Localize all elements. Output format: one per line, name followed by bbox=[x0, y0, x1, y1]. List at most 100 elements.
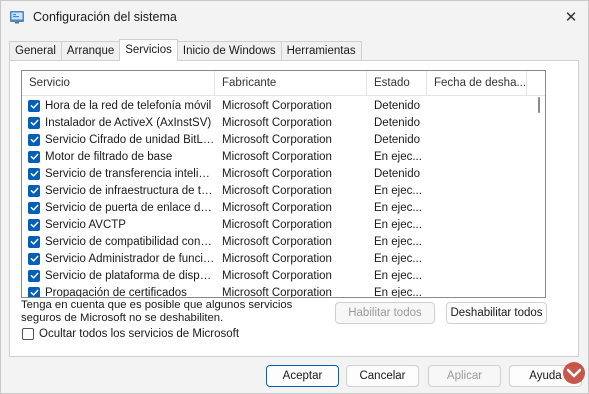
checkmark-icon bbox=[30, 187, 38, 194]
checkmark-icon bbox=[30, 153, 38, 160]
service-checkbox[interactable] bbox=[28, 184, 40, 197]
close-button[interactable]: ✕ bbox=[557, 5, 585, 29]
service-checkbox[interactable] bbox=[28, 133, 40, 146]
logo-watermark-icon bbox=[563, 362, 585, 384]
disable-all-button[interactable]: Deshabilitar todos bbox=[446, 302, 547, 324]
table-row[interactable]: Servicio Administrador de funcio... Micro… bbox=[22, 250, 532, 267]
tab-arranque[interactable]: Arranque bbox=[60, 41, 121, 61]
state-cell: En ejec... bbox=[374, 218, 422, 231]
service-cell: Servicio AVCTP bbox=[22, 218, 215, 231]
state-cell: Detenido bbox=[374, 167, 421, 180]
service-cell: Hora de la red de telefonía móvil bbox=[22, 99, 215, 112]
checkmark-icon bbox=[30, 170, 38, 177]
list-scrollbar[interactable] bbox=[533, 97, 545, 297]
maker-cell: Microsoft Corporation bbox=[222, 150, 332, 163]
service-checkbox[interactable] bbox=[28, 286, 40, 297]
state-cell: Detenido bbox=[374, 99, 421, 112]
service-cell: Servicio Administrador de funcio... bbox=[22, 252, 215, 265]
service-name: Servicio de compatibilidad con Bl... bbox=[45, 235, 215, 248]
table-row[interactable]: Servicio Cifrado de unidad BitLoc... Micr… bbox=[22, 131, 532, 148]
table-row[interactable]: Hora de la red de telefonía móvil Microso… bbox=[22, 97, 532, 114]
tab-servicios[interactable]: Servicios bbox=[119, 39, 178, 61]
service-name: Servicio de transferencia intelige... bbox=[45, 167, 215, 180]
checkmark-icon bbox=[30, 102, 38, 109]
service-checkbox[interactable] bbox=[28, 235, 40, 248]
maker-cell: Microsoft Corporation bbox=[222, 201, 332, 214]
msconfig-app-icon bbox=[10, 11, 24, 24]
service-cell: Servicio de infraestructura de ta... bbox=[22, 184, 215, 197]
service-cell: Servicio Cifrado de unidad BitLoc... bbox=[22, 133, 215, 146]
service-checkbox[interactable] bbox=[28, 201, 40, 214]
column-header-disabled-date[interactable]: Fecha de desha... bbox=[427, 71, 527, 96]
cancel-button[interactable]: Cancelar bbox=[346, 365, 419, 387]
maker-cell: Microsoft Corporation bbox=[222, 99, 332, 112]
table-row[interactable]: Motor de filtrado de base Microsoft Corpo… bbox=[22, 148, 532, 165]
table-row[interactable]: Servicio de puerta de enlace de ... Micro… bbox=[22, 199, 532, 216]
service-name: Servicio de plataforma de dispos... bbox=[45, 269, 215, 282]
list-header: Servicio Fabricante Estado Fecha de desh… bbox=[22, 71, 545, 96]
service-checkbox[interactable] bbox=[28, 252, 40, 265]
service-checkbox[interactable] bbox=[28, 116, 40, 129]
services-note: Tenga en cuenta que es posible que algun… bbox=[21, 299, 292, 325]
state-cell: En ejec... bbox=[374, 269, 422, 282]
maker-cell: Microsoft Corporation bbox=[222, 184, 332, 197]
services-list[interactable]: Servicio Fabricante Estado Fecha de desh… bbox=[21, 70, 546, 298]
tab-inicio-windows[interactable]: Inicio de Windows bbox=[176, 41, 282, 61]
checkmark-icon bbox=[30, 255, 38, 262]
service-cell: Servicio de compatibilidad con Bl... bbox=[22, 235, 215, 248]
hide-ms-services-checkbox[interactable]: Ocultar todos los servicios de Microsoft bbox=[22, 328, 239, 340]
state-cell: En ejec... bbox=[374, 235, 422, 248]
title-bar[interactable]: Configuración del sistema ✕ bbox=[1, 1, 588, 33]
enable-all-button[interactable]: Habilitar todos bbox=[335, 302, 435, 324]
service-checkbox[interactable] bbox=[28, 218, 40, 231]
tab-general[interactable]: General bbox=[9, 41, 62, 61]
column-header-state[interactable]: Estado bbox=[367, 71, 427, 96]
service-cell: Motor de filtrado de base bbox=[22, 150, 215, 163]
tab-herramientas[interactable]: Herramientas bbox=[280, 41, 362, 61]
hide-ms-services-box[interactable] bbox=[22, 328, 34, 340]
service-cell: Instalador de ActiveX (AxInstSV) bbox=[22, 116, 215, 129]
service-name: Servicio Cifrado de unidad BitLoc... bbox=[45, 133, 215, 146]
service-name: Servicio AVCTP bbox=[45, 218, 126, 231]
checkmark-icon bbox=[30, 119, 38, 126]
system-configuration-window: Configuración del sistema ✕ General Arra… bbox=[0, 0, 589, 394]
checkmark-icon bbox=[30, 221, 38, 228]
table-row[interactable]: Servicio AVCTP Microsoft Corporation En ej… bbox=[22, 216, 532, 233]
service-cell: Servicio de transferencia intelige... bbox=[22, 167, 215, 180]
service-checkbox[interactable] bbox=[28, 269, 40, 282]
maker-cell: Microsoft Corporation bbox=[222, 269, 332, 282]
checkmark-icon bbox=[30, 204, 38, 211]
service-name: Servicio de infraestructura de ta... bbox=[45, 184, 215, 197]
maker-cell: Microsoft Corporation bbox=[222, 218, 332, 231]
maker-cell: Microsoft Corporation bbox=[222, 116, 332, 129]
table-row[interactable]: Servicio de plataforma de dispos... Micro… bbox=[22, 267, 532, 284]
service-checkbox[interactable] bbox=[28, 167, 40, 180]
ok-button[interactable]: Aceptar bbox=[266, 365, 339, 387]
maker-cell: Microsoft Corporation bbox=[222, 133, 332, 146]
apply-button[interactable]: Aplicar bbox=[428, 365, 501, 387]
service-name: Propagación de certificados bbox=[45, 286, 187, 298]
service-checkbox[interactable] bbox=[28, 99, 40, 112]
column-header-service[interactable]: Servicio bbox=[22, 71, 215, 96]
service-checkbox[interactable] bbox=[28, 150, 40, 163]
service-name: Servicio de puerta de enlace de ... bbox=[45, 201, 215, 214]
table-row[interactable]: Instalador de ActiveX (AxInstSV) Microsof… bbox=[22, 114, 532, 131]
note-line-1: Tenga en cuenta que es posible que algun… bbox=[21, 299, 293, 311]
window-title: Configuración del sistema bbox=[33, 10, 177, 24]
list-rows: Hora de la red de telefonía móvil Microso… bbox=[22, 97, 532, 298]
service-name: Instalador de ActiveX (AxInstSV) bbox=[45, 116, 212, 129]
checkmark-icon bbox=[30, 272, 38, 279]
state-cell: En ejec... bbox=[374, 201, 422, 214]
state-cell: Detenido bbox=[374, 133, 421, 146]
tab-strip: General Arranque Servicios Inicio de Win… bbox=[9, 39, 362, 61]
table-row[interactable]: Servicio de compatibilidad con Bl... Micr… bbox=[22, 233, 532, 250]
scrollbar-thumb[interactable] bbox=[538, 97, 540, 113]
column-header-maker[interactable]: Fabricante bbox=[215, 71, 367, 96]
service-name: Motor de filtrado de base bbox=[45, 150, 173, 163]
table-row[interactable]: Propagación de certificados Microsoft Cor… bbox=[22, 284, 532, 298]
state-cell: En ejec... bbox=[374, 286, 422, 298]
service-name: Servicio Administrador de funcio... bbox=[45, 252, 215, 265]
table-row[interactable]: Servicio de infraestructura de ta... Micr… bbox=[22, 182, 532, 199]
table-row[interactable]: Servicio de transferencia intelige... Mic… bbox=[22, 165, 532, 182]
maker-cell: Microsoft Corporation bbox=[222, 252, 332, 265]
